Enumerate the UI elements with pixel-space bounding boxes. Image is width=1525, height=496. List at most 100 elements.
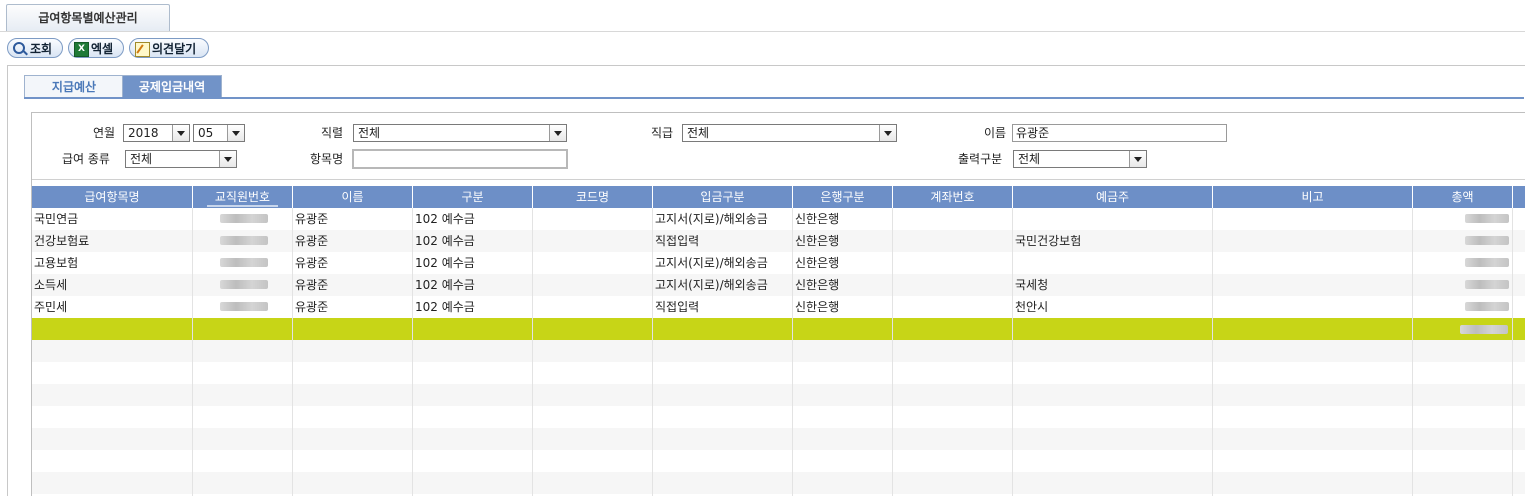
grade-label: 직급 — [651, 126, 674, 140]
divider — [32, 179, 1525, 180]
cell-name: 유광준 — [295, 234, 329, 248]
masked-staff-no — [220, 236, 268, 245]
masked-total — [1465, 214, 1509, 223]
cell-deposit-type: 고지서(지로)/해외송금 — [655, 256, 768, 270]
chevron-down-icon — [549, 125, 566, 141]
cell-bank: 신한은행 — [795, 278, 840, 292]
empty-row — [32, 406, 1525, 428]
grid-line — [292, 208, 293, 496]
chevron-down-icon — [219, 151, 236, 167]
excel-button-label: 엑셀 — [91, 42, 114, 56]
pay-kind-value: 전체 — [130, 152, 153, 166]
cell-holder: 국민건강보험 — [1015, 234, 1082, 248]
col-header-name[interactable]: 이름 — [293, 186, 413, 208]
cell-holder: 국세청 — [1015, 278, 1049, 292]
pay-kind-label: 급여 종류 — [62, 152, 110, 166]
memo-button-label: 의견달기 — [152, 42, 197, 56]
cell-category: 102 예수금 — [415, 300, 475, 314]
col-header-holder[interactable]: 예금주 — [1013, 186, 1213, 208]
chevron-down-icon — [227, 125, 244, 141]
name-input[interactable]: 유광준 — [1012, 124, 1227, 142]
data-grid[interactable]: 급여항목명 교직원번호 이름 구분 코드명 입금구분 은행구분 계좌번호 예금주… — [32, 186, 1525, 496]
cell-holder: 천안시 — [1015, 300, 1049, 314]
table-row[interactable]: 고용보험 유광준 102 예수금 고지서(지로)/해외송금 신한은행 — [32, 252, 1525, 274]
grid-line — [1412, 208, 1413, 496]
empty-row — [32, 428, 1525, 450]
year-month-label: 연월 — [93, 126, 116, 140]
cell-item: 건강보험료 — [34, 234, 90, 248]
col-header-deposit-type[interactable]: 입금구분 — [653, 186, 793, 208]
cell-bank: 신한은행 — [795, 212, 840, 226]
memo-icon — [135, 42, 150, 57]
year-value: 2018 — [128, 126, 159, 140]
col-header-bank[interactable]: 은행구분 — [793, 186, 893, 208]
item-name-input[interactable] — [352, 149, 568, 169]
masked-total — [1465, 258, 1509, 267]
cell-category: 102 예수금 — [415, 234, 475, 248]
empty-row — [32, 384, 1525, 406]
job-type-label: 직렬 — [321, 126, 344, 140]
memo-button[interactable]: 의견달기 — [129, 38, 209, 58]
name-label: 이름 — [984, 126, 1007, 140]
month-value: 05 — [198, 126, 214, 140]
empty-row — [32, 472, 1525, 494]
masked-total — [1465, 302, 1509, 311]
grid-line — [1512, 208, 1513, 496]
output-type-label: 출력구분 — [958, 152, 1003, 166]
cell-item: 국민연금 — [34, 212, 79, 226]
tab-deduction-deposit[interactable]: 공제입금내역 — [122, 75, 222, 98]
col-header-note[interactable]: 비고 — [1213, 186, 1413, 208]
excel-button[interactable]: X 엑셀 — [68, 38, 124, 58]
pay-kind-select[interactable]: 전체 — [125, 150, 237, 168]
month-select[interactable]: 05 — [193, 124, 245, 142]
col-header-category[interactable]: 구분 — [413, 186, 533, 208]
grid-line — [652, 208, 653, 496]
table-row[interactable]: 소득세 유광준 102 예수금 고지서(지로)/해외송금 신한은행 국세청 — [32, 274, 1525, 296]
cell-name: 유광준 — [295, 278, 329, 292]
col-header-item[interactable]: 급여항목명 — [32, 186, 193, 208]
tab-payroll-budget[interactable]: 급여항목별예산관리 — [6, 4, 170, 31]
chevron-down-icon — [1129, 151, 1146, 167]
cell-name: 유광준 — [295, 300, 329, 314]
grade-select[interactable]: 전체 — [682, 124, 897, 142]
cell-item: 고용보험 — [34, 256, 79, 270]
excel-icon: X — [74, 42, 89, 57]
grid-line — [192, 208, 193, 496]
cell-deposit-type: 고지서(지로)/해외송금 — [655, 278, 768, 292]
masked-staff-no — [220, 280, 268, 289]
window-tabbar: 급여항목별예산관리 — [0, 0, 1525, 32]
search-button[interactable]: 조회 — [7, 38, 63, 58]
output-type-select[interactable]: 전체 — [1013, 150, 1147, 168]
masked-staff-no — [220, 302, 268, 311]
cell-deposit-type: 고지서(지로)/해외송금 — [655, 212, 768, 226]
main-panel: 연월 2018 05 직렬 전체 직급 전체 이름 유광준 급여 종류 전체 항… — [31, 112, 1525, 496]
tab-payment-budget[interactable]: 지급예산 — [24, 75, 124, 98]
col-header-account[interactable]: 계좌번호 — [893, 186, 1013, 208]
grid-line — [412, 208, 413, 496]
col-header-total[interactable]: 총액 — [1413, 186, 1513, 208]
table-row[interactable]: 국민연금 유광준 102 예수금 고지서(지로)/해외송금 신한은행 — [32, 208, 1525, 230]
total-row[interactable] — [32, 318, 1525, 340]
col-header-code[interactable]: 코드명 — [533, 186, 653, 208]
masked-staff-no — [220, 258, 268, 267]
cell-bank: 신한은행 — [795, 256, 840, 270]
cell-category: 102 예수금 — [415, 212, 475, 226]
item-name-label: 항목명 — [310, 152, 344, 166]
cell-deposit-type: 직접입력 — [655, 234, 700, 248]
grid-line — [532, 208, 533, 496]
search-button-label: 조회 — [30, 42, 53, 56]
table-row[interactable]: 건강보험료 유광준 102 예수금 직접입력 신한은행 국민건강보험 — [32, 230, 1525, 252]
col-header-staff-no[interactable]: 교직원번호 — [193, 186, 293, 208]
cell-name: 유광준 — [295, 212, 329, 226]
table-row[interactable]: 주민세 유광준 102 예수금 직접입력 신한은행 천안시 — [32, 296, 1525, 318]
job-type-select[interactable]: 전체 — [353, 124, 567, 142]
grid-line — [792, 208, 793, 496]
cell-name: 유광준 — [295, 256, 329, 270]
grid-line — [1012, 208, 1013, 496]
grid-line — [1212, 208, 1213, 496]
year-select[interactable]: 2018 — [123, 124, 190, 142]
cell-item: 주민세 — [34, 300, 68, 314]
chevron-down-icon — [172, 125, 189, 141]
cell-item: 소득세 — [34, 278, 68, 292]
cell-bank: 신한은행 — [795, 234, 840, 248]
